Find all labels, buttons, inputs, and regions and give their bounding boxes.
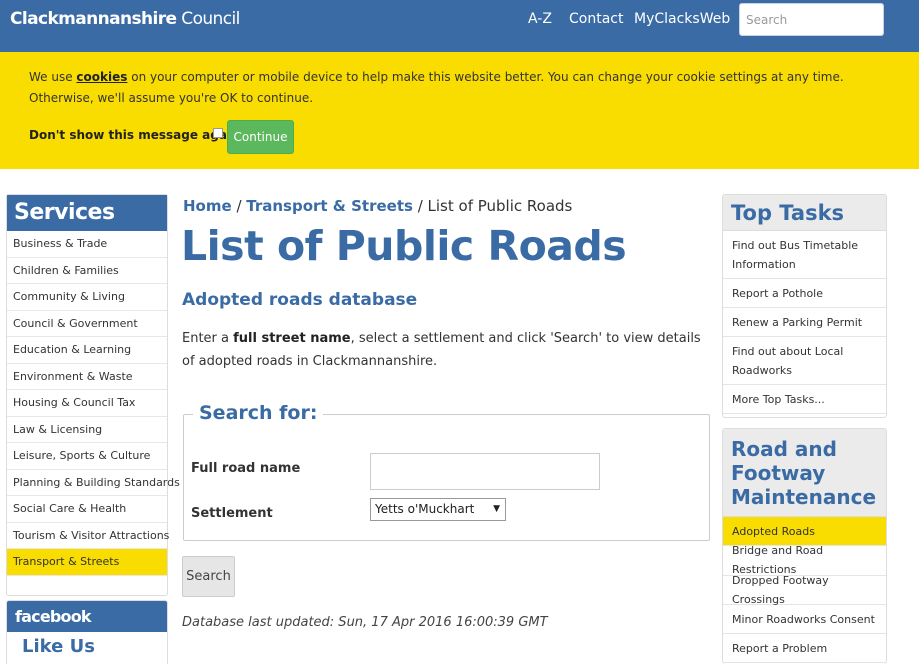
breadcrumb-home[interactable]: Home <box>183 197 232 215</box>
breadcrumb: Home / Transport & Streets / List of Pub… <box>183 197 573 215</box>
settlement-select[interactable]: Yetts o'Muckhart ▼ <box>370 498 506 521</box>
top-tasks-panel: Top Tasks Find out Bus Timetable Informa… <box>722 194 887 418</box>
road-maintenance-title: Road and Footway Maintenance <box>723 429 886 517</box>
sidebar-item-council-and-government[interactable]: Council & Government <box>7 311 167 337</box>
top-task-find-out-bus-timetable-information[interactable]: Find out Bus Timetable Information <box>723 231 886 279</box>
road-name-input[interactable] <box>370 453 600 490</box>
top-task-more-top-tasks[interactable]: More Top Tasks... <box>723 385 886 414</box>
sidebar-item-housing-and-council-tax[interactable]: Housing & Council Tax <box>7 390 167 417</box>
road-maintenance-panel: Road and Footway Maintenance Adopted Roa… <box>722 428 887 664</box>
sidebar-item-leisure-sports-and-culture[interactable]: Leisure, Sports & Culture <box>7 443 167 470</box>
top-task-find-out-about-local-roadworks[interactable]: Find out about Local Roadworks <box>723 337 886 385</box>
facebook-panel: facebook Like Us <box>6 600 168 664</box>
sidebar-item-social-care-and-health[interactable]: Social Care & Health <box>7 496 167 523</box>
sidebar-item-business-and-trade[interactable]: Business & Trade <box>7 231 167 258</box>
sidebar-item-transport-and-streets[interactable]: Transport & Streets <box>7 549 167 576</box>
sidebar-item-community-and-living[interactable]: Community & Living <box>7 284 167 311</box>
sidebar-item-tourism-and-visitor-attractions[interactable]: Tourism & Visitor Attractions <box>7 523 169 549</box>
top-tasks-title: Top Tasks <box>723 195 886 231</box>
sidebar-item-environment-and-waste[interactable]: Environment & Waste <box>7 364 167 390</box>
sidebar-item-children-and-families[interactable]: Children & Families <box>7 258 167 284</box>
breadcrumb-transport[interactable]: Transport & Streets <box>246 197 413 215</box>
maintenance-item-report-a-problem[interactable]: Report a Problem <box>723 634 886 664</box>
intro-text: Enter a full street name, select a settl… <box>182 331 701 369</box>
dont-show-label: Don't show this message again <box>29 128 240 142</box>
road-name-label: Full road name <box>191 461 301 476</box>
cookie-message: We use cookies on your computer or mobil… <box>29 70 844 105</box>
cookies-link[interactable]: cookies <box>76 70 127 84</box>
services-panel: Services Business & Trade Children & Fami… <box>6 194 180 596</box>
site-header: Clackmannanshire Council A-Z Contact MyC… <box>0 0 919 52</box>
facebook-like-link[interactable]: Like Us <box>7 632 167 657</box>
continue-button[interactable]: Continue <box>227 120 294 154</box>
site-search-input[interactable] <box>739 3 884 36</box>
database-updated-text: Database last updated: Sun, 17 Apr 2016 … <box>182 615 548 630</box>
sidebar-item-planning-and-building-standards[interactable]: Planning & Building Standards <box>7 470 180 496</box>
top-task-report-a-pothole[interactable]: Report a Pothole <box>723 279 886 308</box>
maintenance-item-minor-roadworks-consent[interactable]: Minor Roadworks Consent <box>723 605 886 635</box>
facebook-title: facebook <box>7 601 167 632</box>
sidebar-item-education-and-learning[interactable]: Education & Learning <box>7 337 167 364</box>
nav-myclacksweb[interactable]: MyClacksWeb <box>634 11 730 27</box>
nav-a-z[interactable]: A-Z <box>528 11 552 27</box>
cookie-banner: We use cookies on your computer or mobil… <box>0 52 919 169</box>
top-task-renew-a-parking-permit[interactable]: Renew a Parking Permit <box>723 308 886 337</box>
page-subtitle: Adopted roads database <box>182 290 418 310</box>
services-title: Services <box>7 195 167 231</box>
search-legend: Search for: <box>193 402 324 424</box>
sidebar-item-law-and-licensing[interactable]: Law & Licensing <box>7 417 167 443</box>
page-title: List of Public Roads <box>181 222 627 270</box>
dont-show-checkbox[interactable] <box>213 128 223 138</box>
nav-contact[interactable]: Contact <box>569 11 623 27</box>
search-button[interactable]: Search <box>182 556 235 597</box>
breadcrumb-current: List of Public Roads <box>427 197 573 215</box>
settlement-label: Settlement <box>191 506 273 521</box>
maintenance-item-dropped-footway-crossings[interactable]: Dropped Footway Crossings <box>723 574 886 606</box>
site-logo[interactable]: Clackmannanshire Council <box>10 9 240 29</box>
chevron-down-icon: ▼ <box>493 504 500 514</box>
